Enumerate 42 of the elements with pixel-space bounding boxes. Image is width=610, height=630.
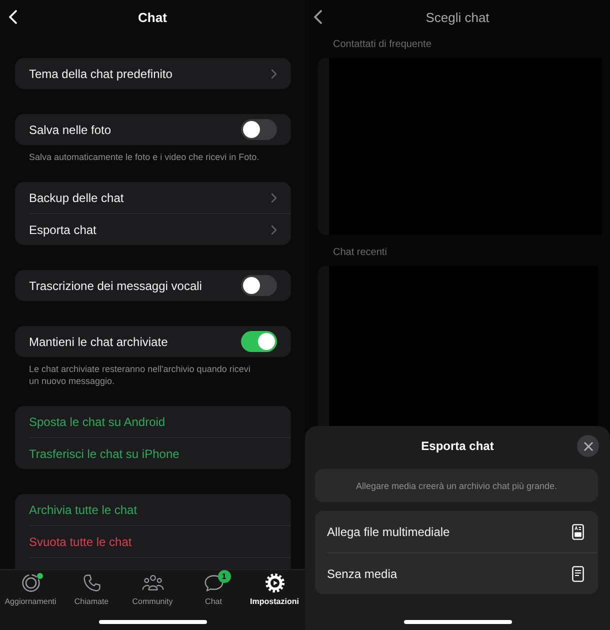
- setting-label: Mantieni le chat archiviate: [29, 334, 168, 348]
- unread-count-badge: 1: [218, 570, 230, 583]
- toggle-switch[interactable]: [241, 275, 277, 296]
- tab-button[interactable]: 1 Chat: [183, 573, 244, 607]
- settings-row[interactable]: Tema della chat predefinito: [15, 58, 291, 89]
- gear-icon: [264, 573, 286, 593]
- phone-icon: [80, 573, 102, 593]
- chevron-icon: [271, 68, 277, 78]
- action-item[interactable]: Archivia tutte le chat: [15, 494, 291, 525]
- chevron-icon: [271, 224, 277, 234]
- people-group-icon: [142, 573, 164, 593]
- action-item[interactable]: Svuota tutte le chat: [15, 526, 291, 557]
- action-item[interactable]: Sposta le chat su Android: [15, 406, 291, 437]
- chevron-icon: [271, 192, 277, 202]
- settings-row[interactable]: Backup delle chat: [15, 182, 291, 213]
- screen-title: Scegli chat: [426, 10, 490, 25]
- back-chevron-icon[interactable]: [314, 10, 322, 24]
- setting-label: Trascrizione dei messaggi vocali: [29, 278, 202, 292]
- tab-button[interactable]: Community: [122, 573, 183, 607]
- group-footer-text: Le chat archiviate resteranno nell'archivio quando ricevi un nuovo messaggio.: [28, 363, 252, 387]
- option-row[interactable]: Allega file multimediale: [315, 511, 598, 552]
- speech-bubble-icon: [202, 573, 224, 593]
- close-icon: [584, 442, 592, 450]
- sheet-title: Esporta chat: [421, 439, 494, 453]
- status-ring-icon: [20, 573, 42, 593]
- toggle-switch[interactable]: [241, 331, 277, 352]
- settings-row[interactable]: Esporta chat: [15, 214, 291, 245]
- option-row[interactable]: Senza media: [315, 553, 598, 594]
- tab-button[interactable]: Impostazioni: [244, 573, 305, 607]
- toggle-switch[interactable]: [241, 119, 277, 140]
- document-icon: [572, 566, 584, 582]
- media-document-icon: [572, 524, 584, 540]
- tab-button[interactable]: Aggiornamenti: [0, 573, 61, 607]
- group-footer-text: Salva automaticamente le foto e i video che ricevi in Foto.: [28, 151, 260, 163]
- setting-label: Salva nelle foto: [29, 122, 112, 136]
- screen-title: Chat: [138, 10, 167, 25]
- action-item[interactable]: Trasferisci le chat su iPhone: [15, 438, 291, 469]
- close-button[interactable]: [577, 435, 599, 457]
- section-label: Contattati di frequente: [332, 39, 432, 51]
- info-note: Allegare media creerà un archivio chat più grande.: [315, 469, 598, 502]
- section-label: Chat recenti: [332, 247, 388, 259]
- tab-button[interactable]: Chiamate: [61, 573, 122, 607]
